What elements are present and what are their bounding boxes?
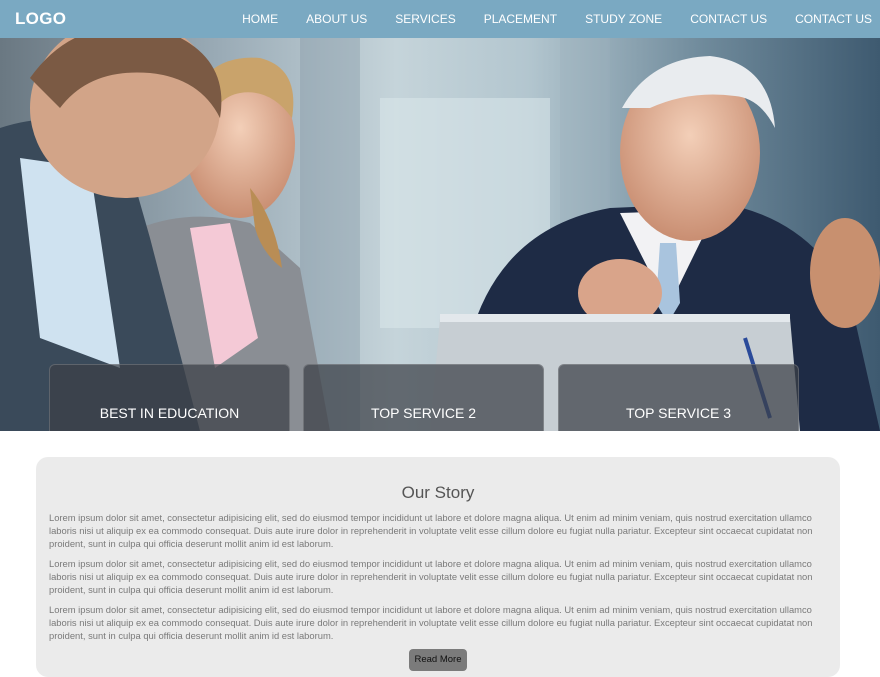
nav-study-zone[interactable]: STUDY ZONE — [585, 12, 662, 26]
hero-banner: BEST IN EDUCATION TOP SERVICE 2 TOP SERV… — [0, 38, 880, 431]
section-title: Our Story — [401, 483, 475, 502]
main-nav: HOME ABOUT US SERVICES PLACEMENT STUDY Z… — [214, 0, 872, 38]
feature-box-service-2[interactable]: TOP SERVICE 2 — [303, 364, 544, 431]
nav-contact-us[interactable]: CONTACT US — [690, 12, 767, 26]
feature-box-service-3[interactable]: TOP SERVICE 3 — [558, 364, 799, 431]
feature-box-label: BEST IN EDUCATION — [99, 405, 240, 421]
feature-box-label: TOP SERVICE 3 — [625, 405, 732, 421]
nav-about-us[interactable]: ABOUT US — [306, 12, 367, 26]
nav-home[interactable]: HOME — [242, 12, 278, 26]
site-logo[interactable]: LOGO — [15, 9, 66, 29]
read-more-button[interactable]: Read More — [409, 649, 467, 671]
nav-placement[interactable]: PLACEMENT — [484, 12, 557, 26]
nav-services[interactable]: SERVICES — [395, 12, 455, 26]
story-paragraph: Lorem ipsum dolor sit amet, consectetur … — [49, 558, 813, 595]
story-paragraph: Lorem ipsum dolor sit amet, consectetur … — [49, 604, 813, 641]
top-navbar: LOGO HOME ABOUT US SERVICES PLACEMENT ST… — [0, 0, 880, 38]
nav-contact-us-2[interactable]: CONTACT US — [795, 12, 872, 26]
our-story-panel: Our Story Lorem ipsum dolor sit amet, co… — [36, 457, 840, 677]
feature-box-label: TOP SERVICE 2 — [370, 405, 477, 421]
feature-box-education[interactable]: BEST IN EDUCATION — [49, 364, 290, 431]
story-paragraph: Lorem ipsum dolor sit amet, consectetur … — [49, 512, 813, 549]
